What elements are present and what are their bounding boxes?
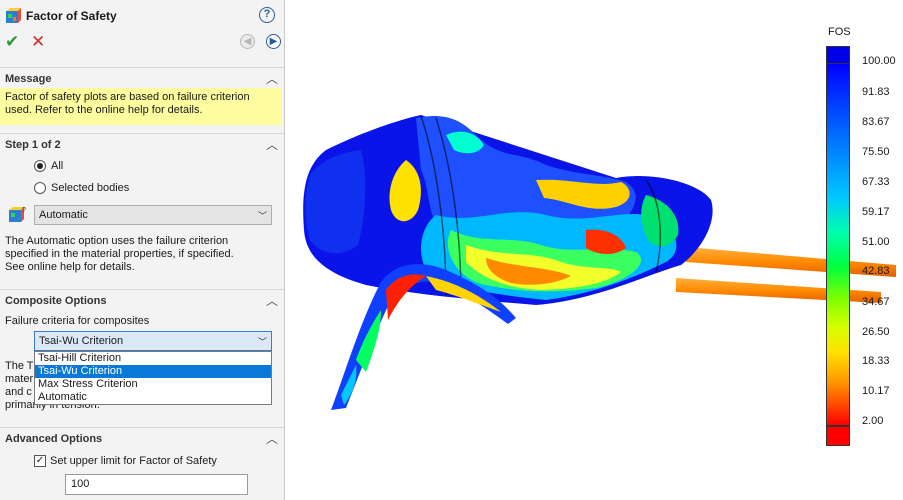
property-manager-panel: Factor of Safety ? ✔ ✕ ◀ ▶ Message ︿ Fac… <box>0 0 285 500</box>
svg-text:?: ? <box>22 207 26 214</box>
action-row: ✔ ✕ ◀ ▶ <box>0 31 285 55</box>
legend-bottom-swatch <box>826 426 850 446</box>
graphics-viewport[interactable] <box>286 0 903 500</box>
advanced-section-header[interactable]: Advanced Options ︿ <box>0 427 285 447</box>
ok-check-icon[interactable]: ✔ <box>5 33 21 51</box>
next-arrow-icon[interactable]: ▶ <box>266 34 281 49</box>
upper-limit-checkbox-row[interactable]: ✓ Set upper limit for Factor of Safety <box>34 453 217 469</box>
failure-criterion-value: Automatic <box>39 209 88 221</box>
automatic-desc-line-2: specified in the material properties, if… <box>5 248 234 260</box>
composite-criteria-value: Tsai-Wu Criterion <box>39 335 124 347</box>
composite-criteria-select[interactable]: Tsai-Wu Criterion ﹀ <box>34 331 272 351</box>
automatic-desc-line-3: See online help for details. <box>5 261 135 273</box>
collapse-chevron-icon[interactable]: ︿ <box>266 430 278 447</box>
radio-selected-bodies[interactable]: Selected bodies <box>34 180 129 196</box>
message-line-1: Factor of safety plots are based on fail… <box>5 91 250 103</box>
failure-criterion-select[interactable]: Automatic ﹀ <box>34 205 272 225</box>
step-section-title: Step 1 of 2 <box>5 139 61 151</box>
composite-section-title: Composite Options <box>5 295 107 307</box>
composite-criteria-dropdown[interactable]: Tsai-Hill Criterion Tsai-Wu Criterion Ma… <box>34 351 272 405</box>
radio-button-selected-bodies[interactable] <box>34 182 46 194</box>
advanced-section-title: Advanced Options <box>5 433 103 445</box>
dropdown-option-selected[interactable]: Tsai-Wu Criterion <box>35 365 271 378</box>
legend-tick-label: 2.00 <box>862 415 884 427</box>
upper-limit-checkbox[interactable]: ✓ <box>34 455 46 467</box>
legend-tick-label: 75.50 <box>862 146 890 158</box>
radio-all-label: All <box>51 160 64 172</box>
radio-selected-bodies-label: Selected bodies <box>51 182 130 194</box>
automatic-desc-line-1: The Automatic option uses the failure cr… <box>5 235 229 247</box>
legend-tick-label: 51.00 <box>862 236 890 248</box>
legend-tick-label: 42.83 <box>862 265 890 277</box>
step-section-header[interactable]: Step 1 of 2 ︿ <box>0 133 285 153</box>
legend-tick-label: 59.17 <box>862 206 890 218</box>
collapse-chevron-icon[interactable]: ︿ <box>266 70 278 87</box>
message-line-2: used. Refer to the online help for detai… <box>5 104 203 116</box>
cancel-x-icon[interactable]: ✕ <box>31 33 47 51</box>
collapse-chevron-icon[interactable]: ︿ <box>266 136 278 153</box>
radio-button-all[interactable] <box>34 160 46 172</box>
legend-top-swatch <box>826 46 850 64</box>
dropdown-option[interactable]: Automatic <box>35 391 271 404</box>
legend-tick-label: 83.67 <box>862 116 890 128</box>
legend-tick-label: 34.67 <box>862 296 890 308</box>
factor-of-safety-icon <box>6 8 21 23</box>
legend-color-bar <box>826 64 850 426</box>
collapse-chevron-icon[interactable]: ︿ <box>266 292 278 309</box>
legend-title: FOS <box>828 26 851 38</box>
radio-all[interactable]: All <box>34 158 63 174</box>
failure-criterion-icon: ? <box>9 207 26 222</box>
legend-tick-label: 10.17 <box>862 385 890 397</box>
panel-titlebar: Factor of Safety ? <box>0 0 285 30</box>
panel-title: Factor of Safety <box>26 9 117 23</box>
message-section-header[interactable]: Message ︿ <box>0 67 285 87</box>
legend-tick-label: 67.33 <box>862 176 890 188</box>
fos-plot-model[interactable] <box>286 0 903 500</box>
chevron-down-icon: ﹀ <box>257 211 267 221</box>
message-section-title: Message <box>5 73 52 85</box>
dropdown-option[interactable]: Tsai-Hill Criterion <box>35 352 271 365</box>
back-arrow-icon[interactable]: ◀ <box>240 34 255 49</box>
legend-tick-label: 18.33 <box>862 355 890 367</box>
composite-criteria-label: Failure criteria for composites <box>5 315 150 327</box>
legend-tick-label: 100.00 <box>862 55 896 67</box>
legend-tick-label: 26.50 <box>862 326 890 338</box>
upper-limit-checkbox-label: Set upper limit for Factor of Safety <box>50 455 217 467</box>
message-box: Factor of safety plots are based on fail… <box>0 88 282 125</box>
legend-tick-label: 91.83 <box>862 86 890 98</box>
automatic-description: The Automatic option uses the failure cr… <box>5 235 280 274</box>
dropdown-option[interactable]: Max Stress Criterion <box>35 378 271 391</box>
chevron-down-icon: ﹀ <box>257 337 267 347</box>
composite-section-header[interactable]: Composite Options ︿ <box>0 289 285 309</box>
help-icon[interactable]: ? <box>259 7 275 23</box>
upper-limit-input[interactable]: 100 <box>65 474 248 495</box>
fuselage-body <box>303 115 713 305</box>
